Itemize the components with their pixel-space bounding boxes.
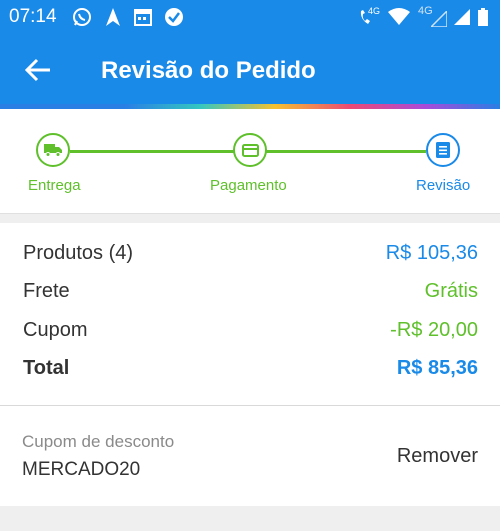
checkout-stepper: Entrega Pagamento Revisão (0, 109, 500, 214)
step-entrega-circle[interactable] (36, 133, 70, 167)
check-circle-icon (165, 8, 183, 26)
back-arrow-icon[interactable] (24, 56, 52, 84)
app-toolbar: Revisão do Pedido (0, 34, 500, 104)
wifi-icon (388, 8, 410, 25)
total-value: R$ 85,36 (396, 357, 478, 379)
network-label: 4G (368, 6, 381, 16)
step-revisao-circle[interactable] (426, 133, 460, 167)
4g-signal-icon: 4G (418, 5, 447, 27)
notification-icons (72, 7, 184, 27)
step-entrega-label: Entrega (28, 177, 81, 194)
remove-coupon-button[interactable]: Remover (397, 445, 478, 468)
card-icon (241, 143, 259, 157)
total-label: Total (23, 357, 70, 379)
list-icon (436, 142, 450, 158)
summary-row-total: Total R$ 85,36 (23, 357, 478, 387)
location-arrow-icon (106, 8, 120, 26)
battery-icon (478, 8, 488, 26)
stepper-line (266, 150, 426, 153)
truck-icon (44, 144, 62, 157)
page-title: Revisão do Pedido (101, 57, 316, 84)
shipping-value: Grátis (424, 280, 478, 302)
coupon-field-label: Cupom de desconto (22, 432, 175, 451)
summary-row-shipping: Frete Grátis (23, 280, 478, 310)
coupon-section: Cupom de desconto MERCADO20 Remover (0, 406, 500, 506)
signal-icon (454, 9, 470, 25)
whatsapp-icon (73, 8, 91, 26)
coupon-label: Cupom (23, 319, 88, 341)
stepper-line (70, 150, 236, 153)
system-icons: 4G 4G (358, 5, 488, 27)
coupon-value: -R$ 20,00 (390, 319, 478, 341)
summary-row-coupon: Cupom -R$ 20,00 (23, 319, 478, 349)
order-summary: Produtos (4) R$ 105,36 Frete Grátis Cupo… (0, 223, 500, 406)
step-pagamento-circle[interactable] (233, 133, 267, 167)
step-pagamento-label: Pagamento (210, 177, 287, 194)
calendar-icon (134, 9, 152, 26)
summary-row-products: Produtos (4) R$ 105,36 (23, 242, 478, 272)
coupon-code: MERCADO20 (22, 459, 141, 480)
step-revisao-label: Revisão (416, 177, 471, 194)
volte-4g-icon: 4G (358, 6, 381, 27)
products-value: R$ 105,36 (385, 242, 478, 264)
status-time: 07:14 (9, 6, 57, 27)
status-bar: 07:14 4G 4G (0, 0, 500, 34)
products-label: Produtos (4) (23, 242, 134, 264)
shipping-label: Frete (23, 280, 70, 302)
